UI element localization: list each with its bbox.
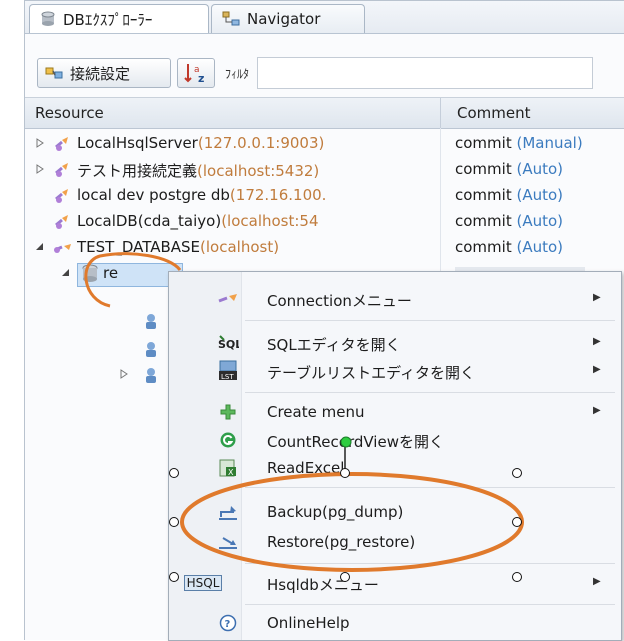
resize-handle[interactable] (340, 468, 350, 478)
annotation-rotate-handle (340, 436, 352, 448)
resize-handle[interactable] (169, 572, 179, 582)
resize-handle[interactable] (169, 517, 179, 527)
resize-handle[interactable] (340, 572, 350, 582)
resize-handle[interactable] (512, 572, 522, 582)
annotation-circle-tree-node (84, 252, 182, 308)
resize-handle[interactable] (512, 468, 522, 478)
resize-handle[interactable] (512, 517, 522, 527)
annotation-overlay (84, 252, 524, 572)
resize-handle[interactable] (169, 468, 179, 478)
annotation-ellipse-backup-restore (180, 472, 524, 572)
